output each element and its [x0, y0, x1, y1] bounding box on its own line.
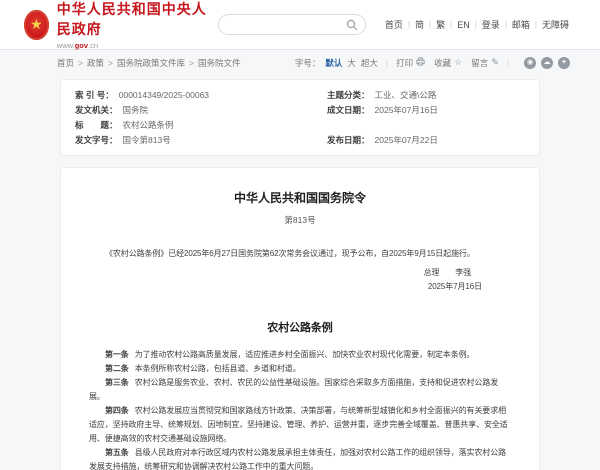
article-2: 第二条本条例所称农村公路，包括县道、乡道和村道。	[89, 362, 511, 376]
meta-topic-category: 主题分类： 工业、交通\公路	[327, 88, 525, 103]
article-label: 第三条	[105, 378, 129, 387]
decree-signer: 总理 李强	[89, 266, 511, 280]
toolbar-divider: |	[386, 58, 388, 68]
font-size-default-button[interactable]: 默认	[325, 57, 342, 69]
article-label: 第二条	[105, 364, 129, 373]
meta-label: 发文字号：	[75, 135, 118, 145]
site-logo[interactable]: ★ 中华人民共和国中央人民政府 www.gov.cn	[24, 0, 218, 50]
search-icon[interactable]	[346, 19, 358, 31]
meta-value: 农村公路条例	[123, 120, 174, 130]
nav-link-home[interactable]: 首页	[380, 18, 408, 31]
national-emblem-icon: ★	[24, 10, 49, 40]
decree-number: 第813号	[89, 214, 511, 226]
decree-title: 中华人民共和国国务院令	[89, 189, 511, 206]
meta-value: 000014349/2025-00063	[119, 90, 209, 100]
article-4: 第四条农村公路发展应当贯彻党和国家路线方针政策、决策部署，与统筹新型城镇化和乡村…	[89, 404, 511, 446]
breadcrumb-home[interactable]: 首页	[57, 57, 74, 69]
article-label: 第五条	[105, 448, 129, 457]
favorite-button[interactable]: 收藏	[434, 57, 451, 69]
article-label: 第四条	[105, 406, 129, 415]
meta-label: 发文机关：	[75, 105, 118, 115]
toolbar-divider: |	[507, 58, 509, 68]
document-meta-table: 索 引 号： 000014349/2025-00063 主题分类： 工业、交通\公路…	[60, 79, 540, 156]
share-weibo-icon[interactable]: ◉	[524, 57, 536, 69]
meta-title: 标 题： 农村公路条例	[75, 118, 327, 133]
share-wechat-icon[interactable]: ☁	[541, 57, 553, 69]
meta-publish-date: 发布日期： 2025年07月22日	[327, 133, 525, 148]
font-size-xlarge-button[interactable]: 超大	[361, 57, 378, 69]
meta-label: 索 引 号：	[75, 90, 114, 100]
meta-label: 成文日期：	[327, 105, 370, 115]
nav-link-mail[interactable]: 邮箱	[507, 18, 535, 31]
article-1: 第一条为了推动农村公路高质量发展，适应推进乡村全面振兴、加快农业农村现代化需要，…	[89, 348, 511, 362]
meta-value: 国务院	[123, 105, 149, 115]
comment-button[interactable]: 留言	[471, 57, 488, 69]
nav-link-login[interactable]: 登录	[477, 18, 505, 31]
breadcrumb-library[interactable]: 国务院政策文件库	[117, 57, 185, 69]
meta-value: 2025年07月16日	[375, 105, 438, 115]
article-text: 农村公路发展应当贯彻党和国家路线方针政策、决策部署，与统筹新型城镇化和乡村全面振…	[89, 406, 508, 443]
article-text: 为了推动农村公路高质量发展，适应推进乡村全面振兴、加快农业农村现代化需要，制定本…	[135, 350, 475, 359]
site-identity: 中华人民共和国中央人民政府 www.gov.cn	[57, 0, 218, 50]
meta-index-number: 索 引 号： 000014349/2025-00063	[75, 88, 327, 103]
decree-preamble: 《农村公路条例》已经2025年6月27日国务院第62次常务会议通过，现予公布，自…	[89, 247, 511, 261]
meta-value: 国令第813号	[123, 135, 171, 145]
articles: 第一条为了推动农村公路高质量发展，适应推进乡村全面振兴、加快农业农村现代化需要，…	[89, 348, 511, 470]
site-url: www.gov.cn	[57, 41, 218, 50]
page-tools: 字号： 默认 大 超大 | 打印 收藏 ☆ 留言 ✎ | ◉ ☁ ✦	[295, 57, 570, 69]
meta-written-date: 成文日期： 2025年07月16日	[327, 103, 525, 118]
meta-issuing-agency: 发文机关： 国务院	[75, 103, 327, 118]
header-right: 首页 | 简 | 繁 | EN | 登录 | 邮箱 | 无障碍	[218, 14, 574, 35]
meta-empty-cell	[327, 118, 525, 133]
article-3: 第三条农村公路是服务农业、农村、农民的公益性基础设施。国家综合采取多方面措施，支…	[89, 376, 511, 404]
meta-label: 标 题：	[75, 120, 118, 130]
url-suffix: .cn	[88, 41, 98, 50]
meta-label: 主题分类：	[327, 90, 370, 100]
share-buttons: ◉ ☁ ✦	[519, 57, 570, 69]
print-button[interactable]: 打印	[396, 57, 413, 69]
font-size-label: 字号：	[295, 57, 321, 69]
document-content: 中华人民共和国国务院令 第813号 《农村公路条例》已经2025年6月27日国务…	[60, 167, 540, 470]
pencil-icon[interactable]: ✎	[491, 57, 499, 68]
breadcrumb-separator: >	[78, 58, 83, 68]
article-text: 县级人民政府对本行政区域内农村公路发展承担主体责任，加强对农村公路工作的组织领导…	[89, 448, 506, 470]
regulation-title: 农村公路条例	[89, 321, 511, 335]
search-input[interactable]	[218, 14, 366, 35]
meta-label: 发布日期：	[327, 135, 370, 145]
printer-icon[interactable]	[416, 57, 425, 68]
url-prefix: www.	[57, 41, 75, 50]
share-more-icon[interactable]: ✦	[558, 57, 570, 69]
site-title: 中华人民共和国中央人民政府	[57, 0, 218, 39]
breadcrumb-policy[interactable]: 政策	[87, 57, 104, 69]
emblem-star-icon: ★	[30, 17, 43, 31]
nav-link-accessibility[interactable]: 无障碍	[537, 18, 574, 31]
article-text: 本条例所称农村公路，包括县道、乡道和村道。	[135, 364, 301, 373]
article-label: 第一条	[105, 350, 129, 359]
decree-sign-date: 2025年7月16日	[89, 280, 511, 294]
document-body: 《农村公路条例》已经2025年6月27日国务院第62次常务会议通过，现予公布，自…	[89, 247, 511, 470]
meta-document-number: 发文字号： 国令第813号	[75, 133, 327, 148]
meta-value: 2025年07月22日	[375, 135, 438, 145]
meta-value: 工业、交通\公路	[375, 90, 437, 100]
nav-link-traditional[interactable]: 繁	[431, 18, 450, 31]
breadcrumb-toolbar: 首页 > 政策 > 国务院政策文件库 > 国务院文件 字号： 默认 大 超大 |…	[0, 50, 600, 75]
breadcrumb-current: 国务院文件	[198, 57, 241, 69]
article-text: 农村公路是服务农业、农村、农民的公益性基础设施。国家综合采取多方面措施，支持和促…	[89, 378, 498, 401]
nav-link-english[interactable]: EN	[452, 20, 475, 30]
font-size-large-button[interactable]: 大	[347, 57, 356, 69]
site-header: ★ 中华人民共和国中央人民政府 www.gov.cn 首页 | 简 | 繁 | …	[0, 0, 600, 50]
nav-link-simplified[interactable]: 简	[410, 18, 429, 31]
article-5: 第五条县级人民政府对本行政区域内农村公路发展承担主体责任，加强对农村公路工作的组…	[89, 446, 511, 470]
top-nav: 首页 | 简 | 繁 | EN | 登录 | 邮箱 | 无障碍	[380, 18, 574, 31]
breadcrumb-separator: >	[189, 58, 194, 68]
breadcrumb-separator: >	[108, 58, 113, 68]
url-gov: gov	[75, 41, 88, 50]
star-icon[interactable]: ☆	[454, 57, 462, 68]
